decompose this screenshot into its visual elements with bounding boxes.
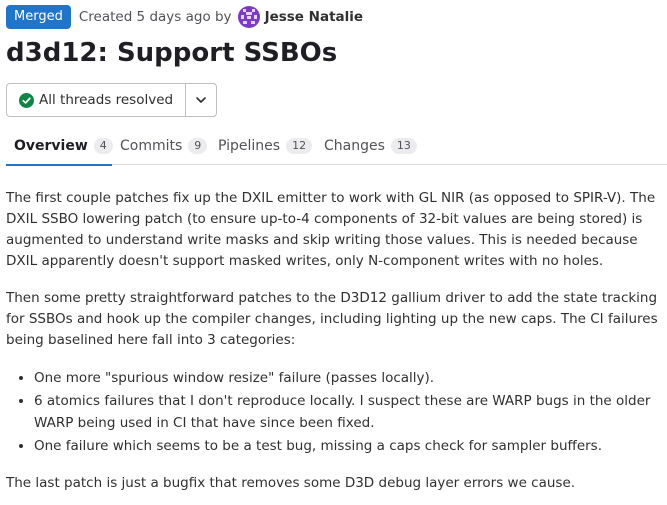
tab-count-badge: 12 xyxy=(286,138,313,154)
failure-categories-list: One more "spurious window resize" failur… xyxy=(6,367,663,457)
tab-changes[interactable]: Changes 13 xyxy=(324,127,417,165)
status-badge: Merged xyxy=(6,5,71,29)
chevron-down-icon xyxy=(195,91,207,110)
tab-label: Commits xyxy=(120,138,183,154)
mr-header: Merged Created 5 days ago by Jesse Natal… xyxy=(6,5,363,29)
tab-count-badge: 4 xyxy=(93,138,113,154)
mr-description: The first couple patches fix up the DXIL… xyxy=(6,188,663,505)
tab-label: Pipelines xyxy=(218,138,281,154)
tab-label: Overview xyxy=(14,138,88,154)
author-link[interactable]: Jesse Natalie xyxy=(265,9,364,25)
description-paragraph: Then some pretty straightforward patches… xyxy=(6,290,658,348)
page-title: d3d12: Support SSBOs xyxy=(6,38,338,68)
tab-overview[interactable]: Overview 4 xyxy=(14,127,113,165)
list-item: One failure which seems to be a test bug… xyxy=(34,435,663,457)
threads-dropdown-toggle[interactable] xyxy=(185,84,216,116)
check-circle-icon xyxy=(19,92,34,108)
description-paragraph: The first couple patches fix up the DXIL… xyxy=(6,190,656,269)
tab-label: Changes xyxy=(324,138,385,154)
threads-resolved-button[interactable]: All threads resolved xyxy=(6,83,218,117)
avatar[interactable] xyxy=(237,6,260,28)
created-text: Created 5 days ago by xyxy=(78,9,232,25)
threads-resolved-main[interactable]: All threads resolved xyxy=(7,84,185,116)
active-tab-indicator xyxy=(6,164,112,166)
list-item: One more "spurious window resize" failur… xyxy=(34,367,663,389)
description-paragraph: The last patch is just a bugfix that rem… xyxy=(6,475,576,491)
list-item: 6 atomics failures that I don't reproduc… xyxy=(34,390,663,434)
tab-pipelines[interactable]: Pipelines 12 xyxy=(218,127,313,165)
tab-count-badge: 13 xyxy=(390,138,417,154)
mr-tabs: Overview 4 Commits 9 Pipelines 12 Change… xyxy=(6,127,667,166)
tab-count-badge: 9 xyxy=(188,138,208,154)
threads-resolved-label: All threads resolved xyxy=(39,92,174,108)
tab-commits[interactable]: Commits 9 xyxy=(120,127,208,165)
